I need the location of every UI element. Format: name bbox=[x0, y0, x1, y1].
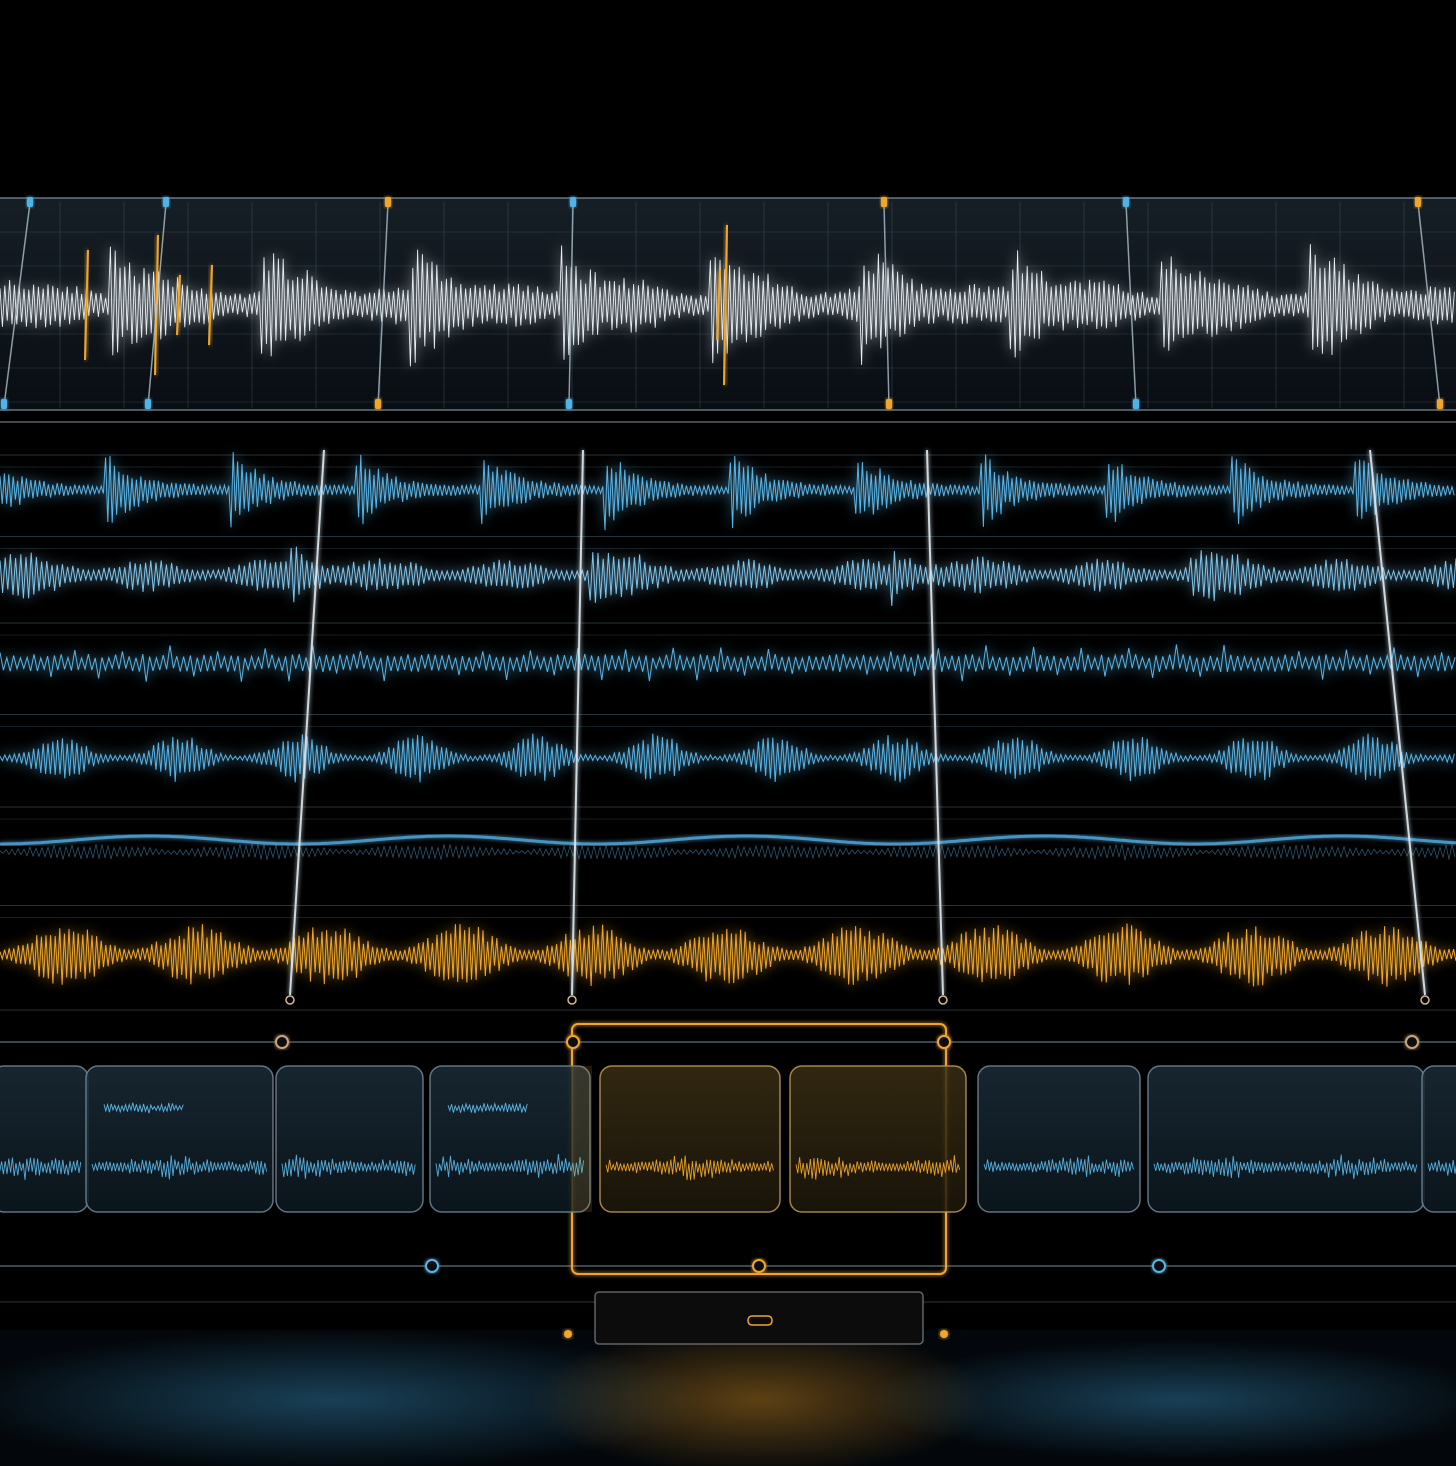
marker-handle-bottom[interactable] bbox=[1133, 399, 1139, 409]
track-lanes bbox=[0, 449, 1456, 1011]
playhead-line[interactable] bbox=[1369, 449, 1426, 996]
rail-handle[interactable] bbox=[937, 1035, 951, 1049]
track-waveform-glow bbox=[0, 733, 1456, 783]
clip-body[interactable] bbox=[789, 1065, 967, 1213]
clip-strip bbox=[0, 1023, 1456, 1345]
clip-body[interactable] bbox=[1147, 1065, 1425, 1213]
marker-handle-top[interactable] bbox=[163, 197, 169, 207]
marker-handle-top[interactable] bbox=[1415, 197, 1421, 207]
rail-handle[interactable] bbox=[1405, 1035, 1419, 1049]
playhead-line[interactable] bbox=[289, 449, 325, 996]
rail-handle[interactable] bbox=[566, 1035, 580, 1049]
clip[interactable] bbox=[85, 1065, 274, 1213]
marker-handle-bottom[interactable] bbox=[886, 399, 892, 409]
marker-handle-bottom[interactable] bbox=[1437, 399, 1443, 409]
selection-base-plate bbox=[594, 1291, 924, 1345]
clip-body[interactable] bbox=[0, 1065, 89, 1213]
clip[interactable] bbox=[0, 1065, 89, 1213]
track-waveform-glow bbox=[0, 644, 1456, 682]
playhead-anchor[interactable] bbox=[285, 995, 295, 1005]
rail-handle[interactable] bbox=[1152, 1259, 1166, 1273]
marker-handle-top[interactable] bbox=[570, 197, 576, 207]
marker-handle-top[interactable] bbox=[27, 197, 33, 207]
clip[interactable] bbox=[429, 1065, 591, 1213]
clip-body[interactable] bbox=[275, 1065, 424, 1213]
clip[interactable] bbox=[275, 1065, 424, 1213]
playhead-anchor[interactable] bbox=[938, 995, 948, 1005]
clip[interactable] bbox=[599, 1065, 781, 1213]
clip-body[interactable] bbox=[1421, 1065, 1456, 1213]
selection-corner-light bbox=[940, 1330, 948, 1338]
track-waveform-detail bbox=[0, 844, 1456, 861]
timeline-canvas bbox=[0, 197, 1456, 1466]
clip[interactable] bbox=[789, 1065, 967, 1213]
playhead-anchor[interactable] bbox=[567, 995, 577, 1005]
marker-handle-bottom[interactable] bbox=[566, 399, 572, 409]
rail-handle[interactable] bbox=[752, 1259, 766, 1273]
clip[interactable] bbox=[1147, 1065, 1425, 1213]
clip[interactable] bbox=[977, 1065, 1141, 1213]
selection-overlap-tint bbox=[572, 1066, 592, 1212]
main-waveform-panel bbox=[0, 197, 1456, 423]
playhead-line[interactable] bbox=[926, 449, 944, 996]
marker-handle-bottom[interactable] bbox=[145, 399, 151, 409]
marker-handle-top[interactable] bbox=[881, 197, 887, 207]
marker-handle-top[interactable] bbox=[1123, 197, 1129, 207]
marker-handle-top[interactable] bbox=[385, 197, 391, 207]
clip-body[interactable] bbox=[977, 1065, 1141, 1213]
floor-reflection bbox=[0, 1325, 1456, 1466]
track-waveform bbox=[0, 834, 1456, 846]
rail-handle[interactable] bbox=[275, 1035, 289, 1049]
clip-body[interactable] bbox=[429, 1065, 591, 1213]
clip-body[interactable] bbox=[599, 1065, 781, 1213]
clip[interactable] bbox=[1421, 1065, 1456, 1213]
selection-corner-light bbox=[564, 1330, 572, 1338]
clip-body[interactable] bbox=[85, 1065, 274, 1213]
waveform-editor bbox=[0, 0, 1456, 1466]
playhead-anchor[interactable] bbox=[1420, 995, 1430, 1005]
marker-handle-bottom[interactable] bbox=[375, 399, 381, 409]
marker-handle-bottom[interactable] bbox=[1, 399, 7, 409]
playhead-line[interactable] bbox=[571, 449, 584, 996]
rail-handle[interactable] bbox=[425, 1259, 439, 1273]
